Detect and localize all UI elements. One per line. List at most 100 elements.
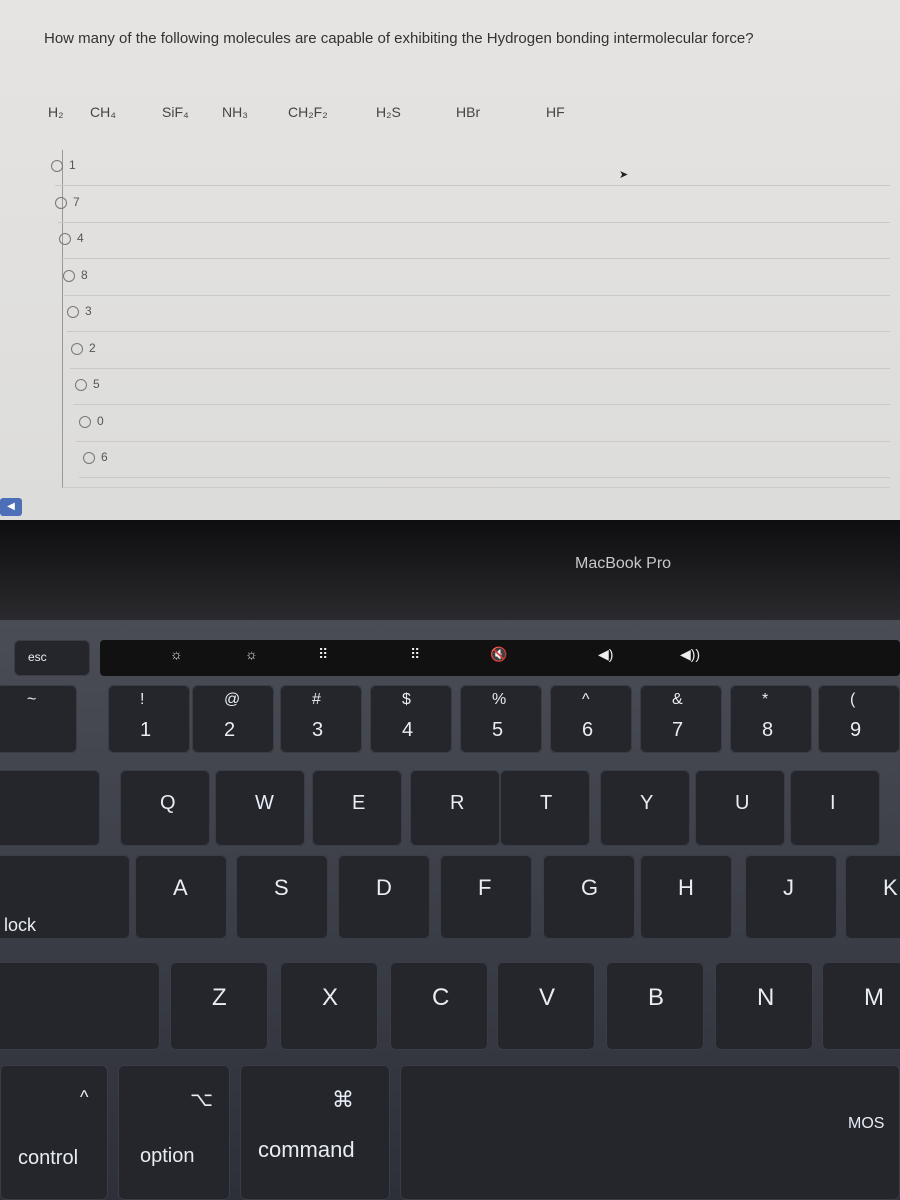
- answer-option[interactable]: 1: [51, 150, 890, 186]
- touchbar-icon[interactable]: ◀)): [680, 646, 700, 663]
- key-label: K: [883, 875, 898, 900]
- esc-key[interactable]: esc: [14, 640, 90, 676]
- key-z[interactable]: Z: [170, 962, 268, 1050]
- key-label: J: [783, 875, 794, 900]
- key-1[interactable]: ! 1: [108, 685, 190, 753]
- key-a[interactable]: A: [135, 855, 227, 939]
- brand-label: MacBook Pro: [575, 555, 672, 572]
- key-label: H: [678, 875, 694, 900]
- key-g[interactable]: G: [543, 855, 635, 939]
- touchbar-icon[interactable]: ◀): [598, 646, 613, 663]
- key-u[interactable]: U: [695, 770, 785, 846]
- space-bar[interactable]: MOS: [400, 1065, 900, 1200]
- key-label: 9: [850, 719, 862, 741]
- key-label: MOS: [848, 1115, 885, 1132]
- key-label: 1: [140, 719, 152, 741]
- key-label: E: [352, 792, 366, 814]
- key-label: S: [274, 875, 289, 900]
- control-symbol: ^: [80, 1087, 89, 1107]
- caps-lock-key[interactable]: lock: [0, 855, 130, 939]
- screen: How many of the following molecules are …: [0, 0, 900, 520]
- key-label: 6: [582, 719, 594, 741]
- touchbar-icon[interactable]: ☼: [245, 646, 258, 662]
- mouse-cursor-icon: ➤: [619, 169, 629, 181]
- key-j[interactable]: J: [745, 855, 837, 939]
- key-label: W: [255, 792, 274, 814]
- option-label: 0: [97, 413, 104, 428]
- key-h[interactable]: H: [640, 855, 732, 939]
- key-9[interactable]: (9: [818, 685, 900, 753]
- key-e[interactable]: E: [312, 770, 402, 846]
- key-b[interactable]: B: [606, 962, 704, 1050]
- radio-button[interactable]: [59, 233, 71, 245]
- key-5[interactable]: % 5: [460, 685, 542, 753]
- key-label: M: [864, 984, 884, 1011]
- key-y[interactable]: Y: [600, 770, 690, 846]
- answer-option[interactable]: 7: [55, 187, 890, 223]
- touchbar-icon[interactable]: ☼: [170, 646, 183, 662]
- key-3[interactable]: #3: [280, 685, 362, 753]
- radio-button[interactable]: [79, 415, 91, 428]
- answer-option[interactable]: 6: [79, 442, 890, 478]
- answer-option[interactable]: 2: [70, 333, 890, 369]
- answer-option[interactable]: 4: [59, 223, 890, 259]
- radio-button[interactable]: [51, 160, 63, 172]
- radio-button[interactable]: [67, 306, 79, 318]
- radio-button[interactable]: [71, 342, 83, 355]
- key-r[interactable]: R: [410, 770, 500, 846]
- key-label: $: [402, 691, 411, 708]
- key-c[interactable]: C: [390, 962, 488, 1050]
- key-8[interactable]: * 8: [730, 685, 812, 753]
- key-x[interactable]: X: [280, 962, 378, 1050]
- key-4[interactable]: $4: [370, 685, 452, 753]
- speaker-icon[interactable]: ◀: [0, 498, 22, 516]
- molecule: HF: [546, 104, 565, 120]
- touchbar-icon[interactable]: 🔇: [490, 646, 507, 663]
- option-key[interactable]: ⌥ option: [118, 1065, 230, 1200]
- key-k[interactable]: K: [845, 855, 900, 939]
- shift-key[interactable]: [0, 962, 160, 1050]
- option-label: 7: [73, 194, 80, 209]
- key-v[interactable]: V: [497, 962, 595, 1050]
- answer-option[interactable]: 8: [63, 260, 890, 296]
- touchbar-icon[interactable]: ⠿: [318, 646, 328, 663]
- key-label: 8: [762, 719, 774, 741]
- key-7[interactable]: & 7: [640, 685, 722, 753]
- key-label: F: [478, 875, 492, 900]
- key-label: #: [312, 691, 321, 708]
- key-w[interactable]: W: [215, 770, 305, 846]
- touchbar-icon[interactable]: ⠿: [410, 646, 420, 663]
- key-label: 7: [672, 719, 684, 741]
- answer-option[interactable]: 0: [76, 406, 890, 442]
- key-q[interactable]: Q: [120, 770, 210, 846]
- key-2[interactable]: @2: [192, 685, 274, 753]
- key-label: *: [762, 691, 769, 708]
- option-label: 8: [81, 267, 88, 282]
- answer-option[interactable]: 5: [73, 369, 890, 405]
- radio-button[interactable]: [75, 379, 87, 391]
- key-label: R: [450, 792, 465, 814]
- key-t[interactable]: T: [500, 770, 590, 846]
- key-i[interactable]: I: [790, 770, 880, 846]
- key-s[interactable]: S: [236, 855, 328, 939]
- key-label: @: [224, 691, 241, 708]
- control-key[interactable]: ^ control: [0, 1065, 108, 1200]
- radio-button[interactable]: [83, 452, 95, 464]
- molecule: H₂S: [376, 104, 401, 120]
- key-label: X: [322, 984, 339, 1011]
- molecule: SiF₄: [162, 104, 189, 120]
- key-d[interactable]: D: [338, 855, 430, 939]
- molecule: HBr: [456, 104, 481, 120]
- key-label: G: [581, 875, 599, 900]
- key-6[interactable]: ^ 6: [550, 685, 632, 753]
- key-label: I: [830, 792, 836, 814]
- radio-button[interactable]: [63, 269, 75, 282]
- key-f[interactable]: F: [440, 855, 532, 939]
- key-n[interactable]: N: [715, 962, 813, 1050]
- key-m[interactable]: M: [822, 962, 900, 1050]
- command-key[interactable]: ⌘ command: [240, 1065, 390, 1200]
- answer-option[interactable]: 3: [67, 296, 890, 332]
- tab-key[interactable]: [0, 770, 100, 846]
- radio-button[interactable]: [55, 196, 67, 209]
- key-tilde[interactable]: ~: [0, 685, 77, 753]
